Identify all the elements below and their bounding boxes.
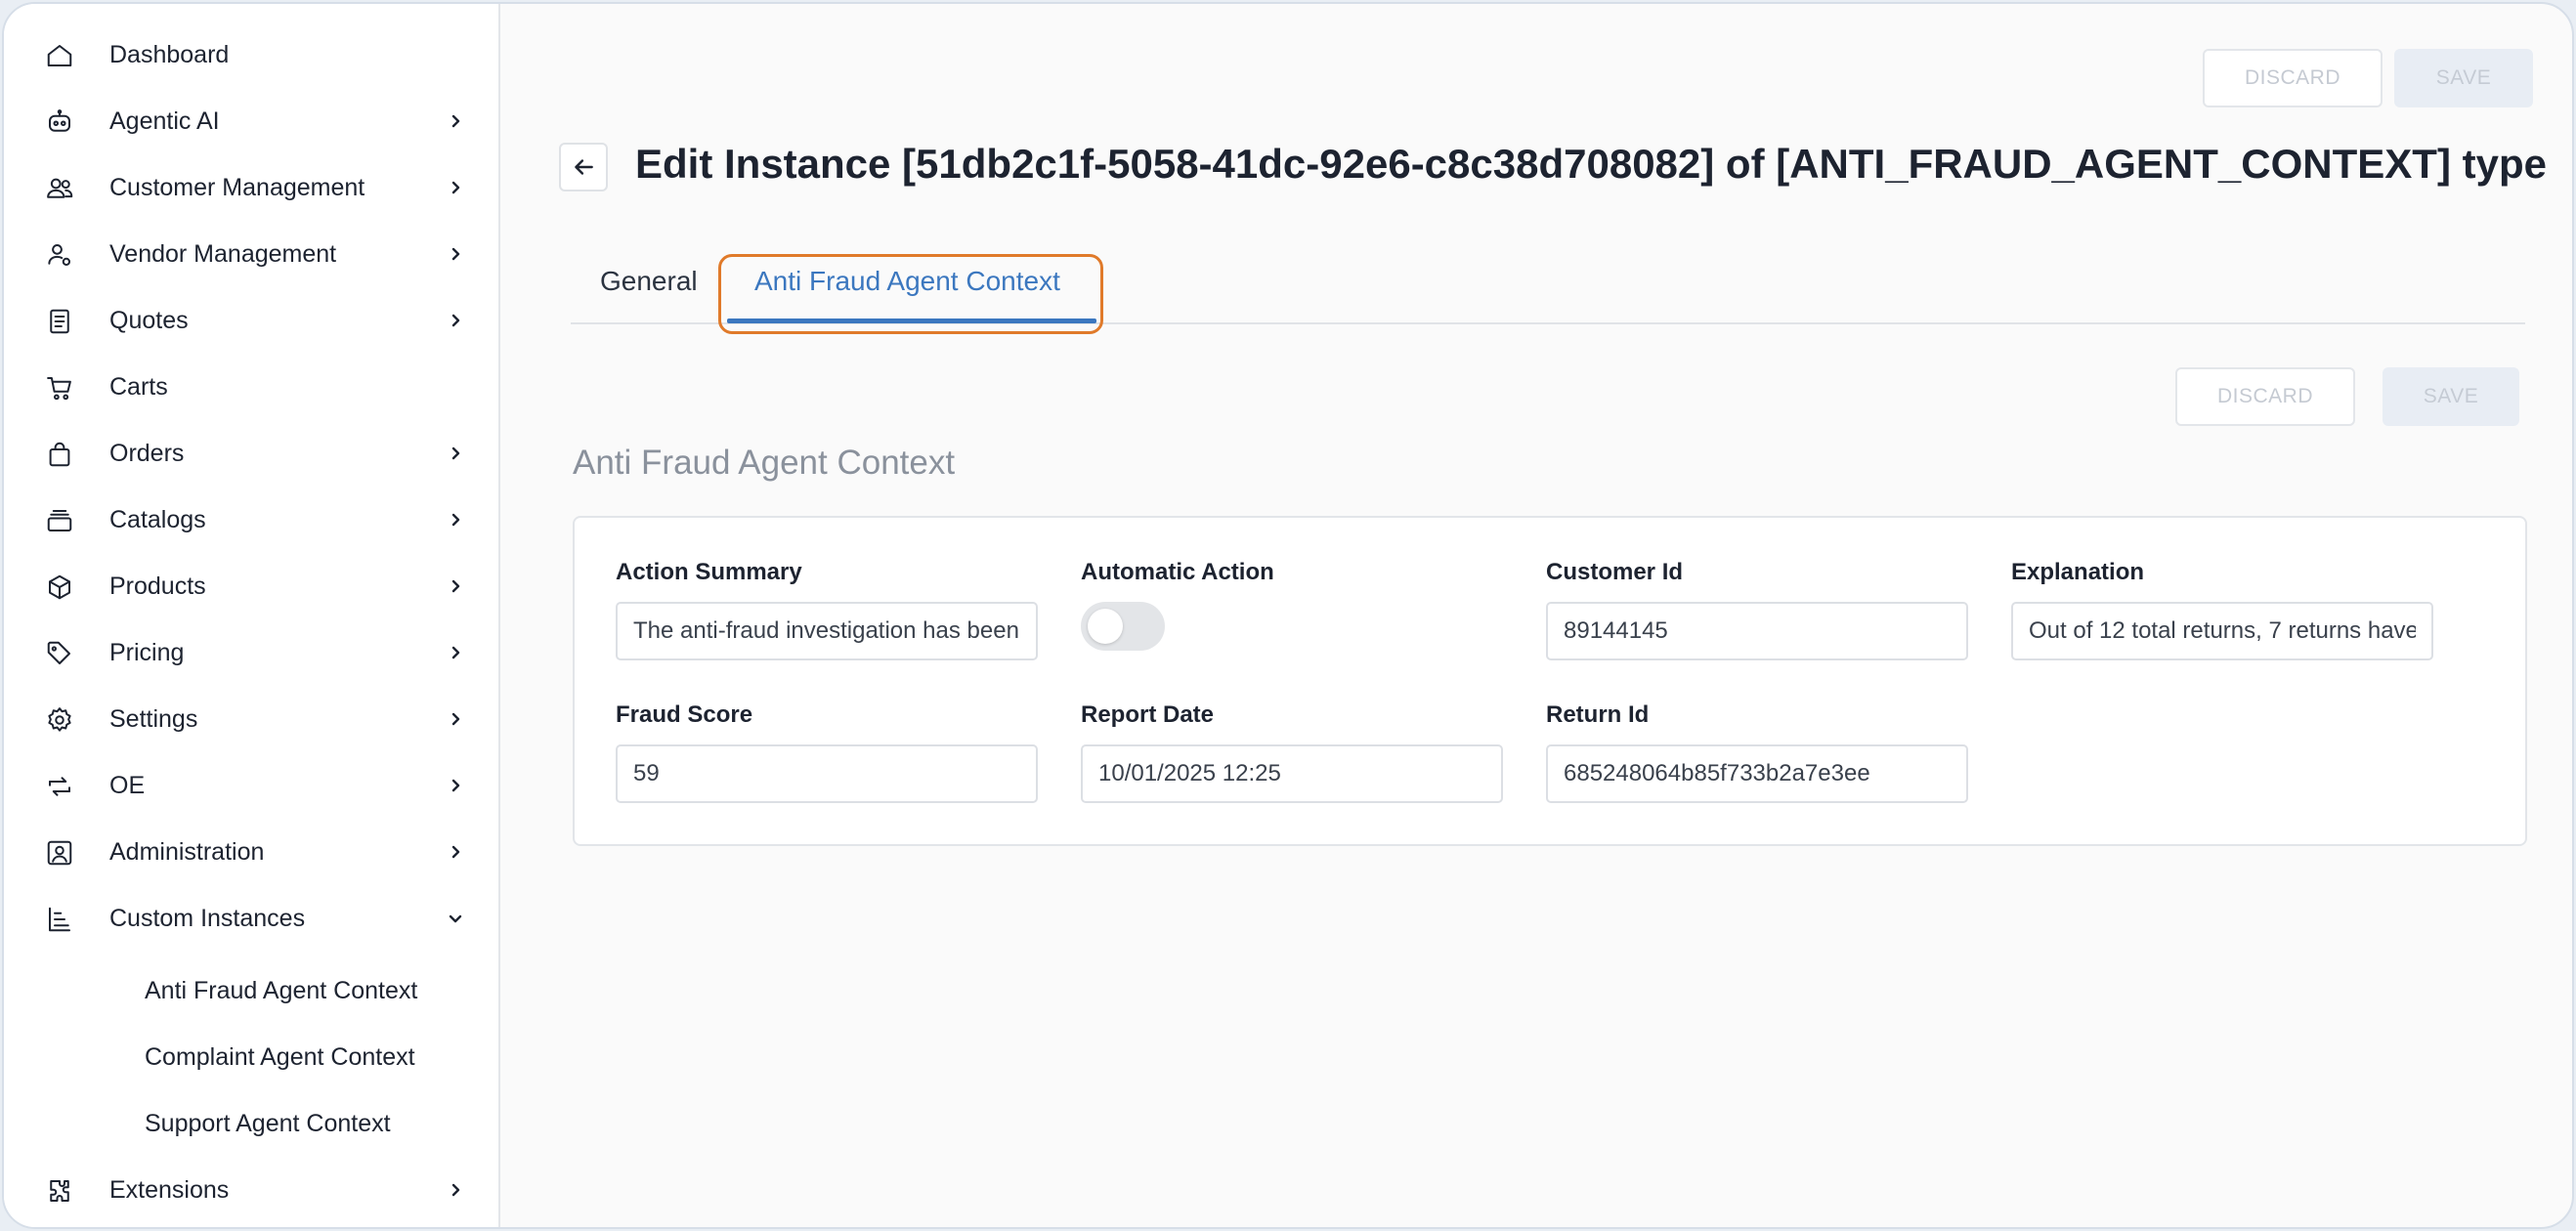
customer-id-label: Customer Id <box>1546 559 1684 585</box>
chevron-right-icon <box>446 444 465 463</box>
return-id-label: Return Id <box>1546 701 1650 728</box>
sidebar-item-pricing[interactable]: Pricing <box>4 623 500 682</box>
chevron-right-icon <box>446 510 465 530</box>
box-icon <box>45 573 74 602</box>
sidebar-item-orders[interactable]: Orders <box>4 424 500 483</box>
admin-icon <box>45 838 74 868</box>
section-save-button[interactable]: SAVE <box>2383 367 2519 426</box>
chevron-right-icon <box>446 576 465 596</box>
chevron-right-icon <box>446 111 465 131</box>
header-save-button[interactable]: SAVE <box>2394 49 2533 107</box>
sidebar-item-products[interactable]: Products <box>4 557 500 616</box>
action-summary-input[interactable] <box>616 602 1038 660</box>
header-discard-button[interactable]: DISCARD <box>2203 49 2383 107</box>
sidebar-item-label: Catalogs <box>109 505 206 533</box>
sidebar-item-label: OE <box>109 771 146 799</box>
sidebar-item-vendor-management[interactable]: Vendor Management <box>4 225 500 283</box>
arrow-left-icon <box>571 154 596 180</box>
stack-icon <box>45 506 74 535</box>
section-title: Anti Fraud Agent Context <box>573 444 956 482</box>
sidebar-item-quotes[interactable]: Quotes <box>4 291 500 350</box>
sidebar-item-label: Vendor Management <box>109 239 337 268</box>
return-id-input[interactable] <box>1546 744 1968 803</box>
sidebar-item-label: Settings <box>109 704 198 733</box>
sidebar-item-label: Customer Management <box>109 173 365 201</box>
chevron-right-icon <box>446 643 465 662</box>
gear-icon <box>45 705 74 735</box>
sidebar-item-label: Administration <box>109 837 265 866</box>
home-icon <box>45 41 74 70</box>
chevron-right-icon <box>446 1180 465 1200</box>
sidebar-item-extensions[interactable]: Extensions <box>4 1161 500 1219</box>
explanation-input[interactable] <box>2011 602 2433 660</box>
customer-id-input[interactable] <box>1546 602 1968 660</box>
sidebar-subitem-complaint-agent-context[interactable]: Complaint Agent Context <box>145 1038 415 1077</box>
sidebar: Dashboard Agentic AI Customer Management… <box>4 4 500 1227</box>
sidebar-item-carts[interactable]: Carts <box>4 358 500 416</box>
chevron-right-icon <box>446 709 465 729</box>
explanation-label: Explanation <box>2011 559 2145 585</box>
back-button[interactable] <box>559 143 608 191</box>
sidebar-item-label: Agentic AI <box>109 106 220 135</box>
chevron-right-icon <box>446 244 465 264</box>
document-icon <box>45 307 74 336</box>
fraud-score-label: Fraud Score <box>616 701 753 728</box>
cart-icon <box>45 373 74 403</box>
report-date-input[interactable] <box>1081 744 1503 803</box>
sidebar-item-settings[interactable]: Settings <box>4 690 500 748</box>
bag-icon <box>45 440 74 469</box>
sidebar-item-agentic-ai[interactable]: Agentic AI <box>4 92 500 150</box>
action-summary-label: Action Summary <box>616 559 802 585</box>
sidebar-subitem-anti-fraud-agent-context[interactable]: Anti Fraud Agent Context <box>145 971 417 1010</box>
sidebar-item-label: Quotes <box>109 306 189 334</box>
toggle-knob <box>1088 609 1123 644</box>
automatic-action-toggle[interactable] <box>1081 602 1165 651</box>
chevron-right-icon <box>446 776 465 795</box>
chevron-right-icon <box>446 842 465 862</box>
sidebar-subitem-support-agent-context[interactable]: Support Agent Context <box>145 1104 391 1143</box>
tab-general[interactable]: General <box>600 266 698 297</box>
app-window: Dashboard Agentic AI Customer Management… <box>2 2 2574 1229</box>
sidebar-item-dashboard[interactable]: Dashboard <box>4 25 500 84</box>
section-discard-button[interactable]: DISCARD <box>2175 367 2355 426</box>
user-gear-icon <box>45 240 74 270</box>
sidebar-item-label: Extensions <box>109 1175 230 1204</box>
form-card: Action Summary Automatic Action Customer… <box>573 516 2527 846</box>
main-content: DISCARD SAVE Edit Instance [51db2c1f-505… <box>502 4 2572 1227</box>
sidebar-item-administration[interactable]: Administration <box>4 823 500 881</box>
fraud-score-input[interactable] <box>616 744 1038 803</box>
sidebar-item-label: Products <box>109 572 206 600</box>
chevron-down-icon <box>446 909 465 928</box>
sidebar-item-label: Orders <box>109 439 185 467</box>
sidebar-item-label: Carts <box>109 372 168 401</box>
sidebar-item-customer-management[interactable]: Customer Management <box>4 158 500 217</box>
sidebar-item-catalogs[interactable]: Catalogs <box>4 490 500 549</box>
tag-icon <box>45 639 74 668</box>
tab-focus-ring <box>718 254 1103 334</box>
sidebar-item-label: Pricing <box>109 638 185 666</box>
hierarchy-icon <box>45 905 74 934</box>
sidebar-item-custom-instances[interactable]: Custom Instances <box>4 889 500 948</box>
robot-icon <box>45 107 74 137</box>
automatic-action-label: Automatic Action <box>1081 559 1274 585</box>
report-date-label: Report Date <box>1081 701 1215 728</box>
sidebar-item-label: Custom Instances <box>109 904 306 932</box>
sidebar-item-oe[interactable]: OE <box>4 756 500 815</box>
sidebar-item-label: Dashboard <box>109 40 230 68</box>
transfer-icon <box>45 772 74 801</box>
puzzle-icon <box>45 1176 74 1206</box>
chevron-right-icon <box>446 311 465 330</box>
chevron-right-icon <box>446 178 465 197</box>
page-title: Edit Instance [51db2c1f-5058-41dc-92e6-c… <box>635 141 2547 187</box>
users-icon <box>45 174 74 203</box>
